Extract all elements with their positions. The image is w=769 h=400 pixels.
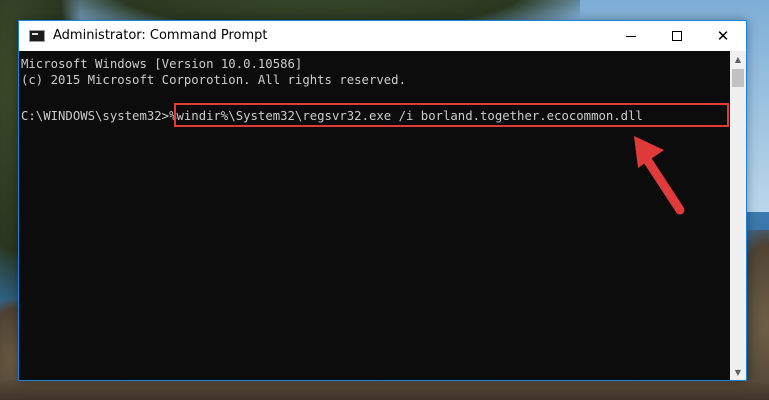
scroll-thumb[interactable]	[732, 69, 744, 87]
scroll-up-button[interactable]: ▲	[730, 51, 746, 67]
maximize-icon	[672, 31, 682, 41]
title-bar[interactable]: Administrator: Command Prompt ✕	[19, 21, 746, 51]
scroll-up-icon: ▲	[734, 54, 742, 64]
wallpaper-ground	[0, 380, 769, 400]
scroll-down-icon: ▼	[734, 367, 742, 377]
scroll-down-button[interactable]: ▼	[730, 364, 746, 380]
red-arrow-icon	[634, 136, 685, 215]
close-icon: ✕	[716, 26, 730, 45]
vertical-scrollbar[interactable]: ▲ ▼	[730, 51, 746, 380]
console-line-version: Microsoft Windows [Version 10.0.10586]	[21, 57, 303, 71]
console-line-copyright: (c) 2015 Microsoft Corporotion. All righ…	[21, 73, 406, 87]
minimize-icon	[626, 35, 636, 37]
close-button[interactable]: ✕	[700, 21, 746, 51]
window-title: Administrator: Command Prompt	[53, 28, 268, 43]
console-prompt: C:\WINDOWS\system32>	[21, 109, 170, 123]
minimize-button[interactable]	[608, 21, 654, 51]
maximize-button[interactable]	[654, 21, 700, 51]
command-highlight-box	[174, 103, 729, 127]
cmd-icon	[29, 30, 45, 42]
